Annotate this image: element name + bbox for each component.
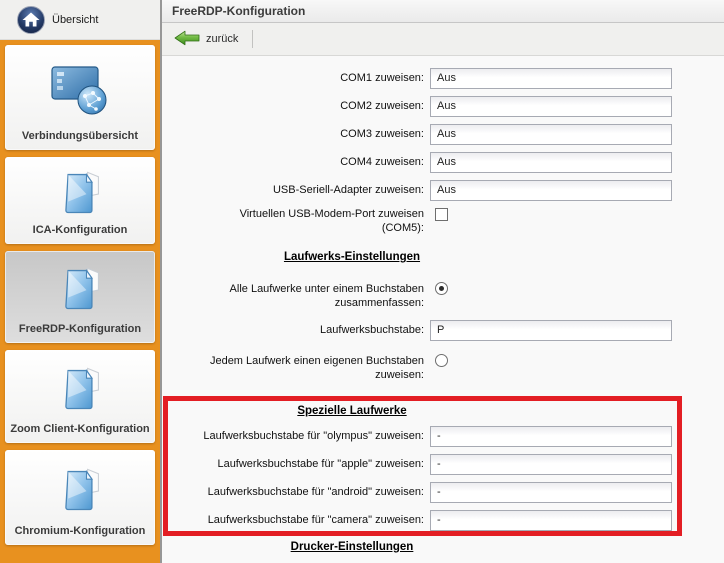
combine-drives-row: Alle Laufwerke unter einem Buchstaben zu… [162, 270, 724, 314]
sidebar-item-label: Verbindungsübersicht [18, 130, 142, 143]
drive-letter-input[interactable] [430, 320, 672, 341]
sidebar-item-label: Zoom Client-Konfiguration [6, 423, 153, 436]
drive-letter-row: Laufwerksbuchstabe: [162, 314, 724, 346]
com2-label: COM2 zuweisen: [162, 100, 424, 112]
special-drives-heading-row: Spezielle Laufwerke [162, 400, 724, 422]
sidebar-item-freerdp[interactable]: FreeRDP-Konfiguration [5, 251, 155, 343]
usb-seriell-adapter-input[interactable] [430, 180, 672, 201]
form-row: Laufwerksbuchstabe für "android" zuweise… [162, 478, 724, 506]
overview-label: Übersicht [52, 14, 98, 26]
sidebar-item-label: FreeRDP-Konfiguration [15, 323, 145, 336]
page-title: FreeRDP-Konfiguration [172, 4, 305, 18]
toolbar-separator [252, 30, 253, 48]
sidebar-item-ica[interactable]: ICA-Konfiguration [5, 157, 155, 244]
special-drives-section: Spezielle Laufwerke Laufwerksbuchstabe f… [162, 392, 724, 534]
android-input[interactable] [430, 482, 672, 503]
printer-settings-heading: Drucker-Einstellungen [162, 541, 542, 553]
combine-drives-label: Alle Laufwerke unter einem Buchstaben zu… [162, 282, 424, 310]
combine-drives-radio[interactable] [435, 282, 448, 295]
form-row: COM2 zuweisen: [162, 92, 724, 120]
folder-icon [54, 157, 106, 224]
android-label: Laufwerksbuchstabe für "android" zuweise… [162, 486, 424, 498]
individual-drives-radio[interactable] [435, 354, 448, 367]
com3-input[interactable] [430, 124, 672, 145]
folder-icon [54, 251, 106, 323]
com3-label: COM3 zuweisen: [162, 128, 424, 140]
usb-modem-row: Virtuellen USB-Modem-Port zuweisen (COM5… [162, 204, 724, 244]
network-screen-icon [47, 45, 113, 130]
usb-seriell-adapter-label: USB-Seriell-Adapter zuweisen: [162, 184, 424, 196]
sidebar-item-label: ICA-Konfiguration [29, 224, 132, 237]
form-row: COM3 zuweisen: [162, 120, 724, 148]
drive-settings-heading-row: Laufwerks-Einstellungen [162, 244, 724, 270]
home-icon [16, 5, 46, 35]
back-button[interactable]: zurück [170, 28, 242, 51]
camera-label: Laufwerksbuchstabe für "camera" zuweisen… [162, 514, 424, 526]
com1-label: COM1 zuweisen: [162, 72, 424, 84]
page-header: FreeRDP-Konfiguration [162, 0, 724, 23]
app-window: Übersicht Verbindungsübersicht [0, 0, 724, 563]
back-arrow-icon [174, 30, 200, 49]
olympus-input[interactable] [430, 426, 672, 447]
com-port-rows: COM1 zuweisen: COM2 zuweisen: COM3 zuwei… [162, 64, 724, 204]
form-row: USB-Seriell-Adapter zuweisen: [162, 176, 724, 204]
com1-input[interactable] [430, 68, 672, 89]
drive-letter-label: Laufwerksbuchstabe: [162, 324, 424, 336]
sidebar-item-zoom[interactable]: Zoom Client-Konfiguration [5, 350, 155, 443]
folder-icon [54, 450, 106, 525]
usb-modem-label: Virtuellen USB-Modem-Port zuweisen (COM5… [162, 207, 424, 235]
apple-label: Laufwerksbuchstabe für "apple" zuweisen: [162, 458, 424, 470]
drive-settings-heading: Laufwerks-Einstellungen [162, 251, 542, 263]
overview-button[interactable]: Übersicht [0, 0, 160, 40]
form-content: COM1 zuweisen: COM2 zuweisen: COM3 zuwei… [162, 56, 724, 563]
sidebar-item-chromium[interactable]: Chromium-Konfiguration [5, 450, 155, 545]
back-button-label: zurück [206, 33, 238, 45]
printer-settings-heading-row: Drucker-Einstellungen [162, 534, 724, 560]
sidebar-tiles: Verbindungsübersicht ICA-Konfiguration F… [0, 40, 160, 563]
sidebar-item-verbindungsuebersicht[interactable]: Verbindungsübersicht [5, 45, 155, 150]
com4-label: COM4 zuweisen: [162, 156, 424, 168]
com2-input[interactable] [430, 96, 672, 117]
sidebar: Übersicht Verbindungsübersicht [0, 0, 162, 563]
folder-icon [54, 350, 106, 423]
special-drives-heading: Spezielle Laufwerke [162, 405, 542, 417]
form-row: COM4 zuweisen: [162, 148, 724, 176]
main-panel: FreeRDP-Konfiguration zurück [162, 0, 724, 563]
form-row: COM1 zuweisen: [162, 64, 724, 92]
com4-input[interactable] [430, 152, 672, 173]
form-row: Laufwerksbuchstabe für "apple" zuweisen: [162, 450, 724, 478]
apple-input[interactable] [430, 454, 672, 475]
camera-input[interactable] [430, 510, 672, 531]
usb-modem-checkbox[interactable] [435, 208, 448, 221]
olympus-label: Laufwerksbuchstabe für "olympus" zuweise… [162, 430, 424, 442]
sidebar-item-label: Chromium-Konfiguration [11, 525, 150, 538]
individual-drives-row: Jedem Laufwerk einen eigenen Buchstaben … [162, 346, 724, 392]
individual-drives-label: Jedem Laufwerk einen eigenen Buchstaben … [162, 354, 424, 382]
toolbar: zurück [162, 23, 724, 56]
form-row: Laufwerksbuchstabe für "camera" zuweisen… [162, 506, 724, 534]
special-drive-rows: Laufwerksbuchstabe für "olympus" zuweise… [162, 422, 724, 534]
form-row: Laufwerksbuchstabe für "olympus" zuweise… [162, 422, 724, 450]
